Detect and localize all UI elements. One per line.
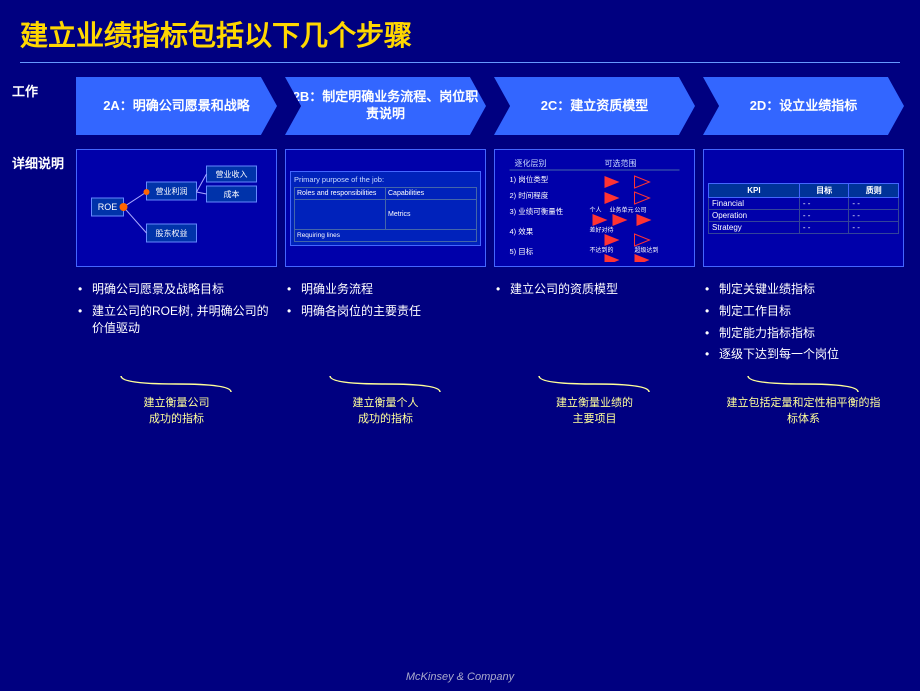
jd-title: Primary purpose of the job: [294,175,477,184]
brace-2-svg [291,374,479,394]
step-2c: 2C：建立资质模型 [494,77,695,135]
desc-2-item-2: 明确各岗位的主要责任 [287,303,484,320]
jd-diagram: Primary purpose of the job: Roles and re… [285,149,486,267]
kpi-table: KPI 目标 质则 Financial- -- - Operation- -- … [708,183,899,234]
kpi-row-strategy: Strategy- -- - [709,221,899,233]
comp-svg: 逐化层别 可选范围 1) 岗位类型 2) 时间程度 3) 业绩可衡量性 个人 业… [499,154,690,262]
svg-text:业务单元: 业务单元 [610,206,634,214]
svg-text:营业收入: 营业收入 [216,169,248,179]
jd-col3: Metrics [386,199,477,229]
desc-col-2: 明确业务流程 明确各岗位的主要责任 [281,277,490,372]
desc-col-3: 建立公司的资质模型 [490,277,699,372]
kpi-col-target: 目标 [799,183,849,197]
desc-empty [12,277,72,372]
jd-metrics-label [295,199,386,229]
svg-text:可选范围: 可选范围 [605,158,637,168]
desc-4-item-3: 制定能力指标指标 [705,325,902,342]
svg-text:成本: 成本 [224,189,240,199]
desc-4-item-1: 制定关键业绩指标 [705,281,902,298]
brace-4-text: 建立包括定量和定性相平衡的指标体系 [727,396,881,427]
brace-3-text: 建立衡量业绩的主要项目 [556,396,633,427]
svg-text:公司: 公司 [635,207,647,214]
svg-text:4) 效果: 4) 效果 [510,226,534,236]
brace-empty [12,374,72,427]
brace-col-2: 建立衡量个人成功的指标 [281,374,490,427]
desc-col-4: 制定关键业绩指标 制定工作目标 制定能力指标指标 逐级下达到每一个岗位 [699,277,908,372]
jd-col1: Roles and responsibilities [295,187,386,199]
kpi-diagram: KPI 目标 质则 Financial- -- - Operation- -- … [703,149,904,267]
brace-3-svg [500,374,688,394]
svg-text:差好对待: 差好对待 [590,226,614,234]
work-row-label: 工作 [12,73,72,139]
brace-col-1: 建立衡量公司成功的指标 [72,374,281,427]
desc-3-item-1: 建立公司的资质模型 [496,281,693,298]
svg-text:逐化层别: 逐化层别 [515,158,547,168]
brace-2-text: 建立衡量个人成功的指标 [353,396,419,427]
svg-text:1) 岗位类型: 1) 岗位类型 [510,174,549,184]
step-2d: 2D：设立业绩指标 [703,77,904,135]
brace-4-svg [709,374,897,394]
brace-col-4: 建立包括定量和定性相平衡的指标体系 [699,374,908,427]
desc-4-item-4: 逐级下达到每一个岗位 [705,346,902,363]
roe-svg: ROE 营业利润 营业收入 成本 股东权益 [81,154,272,262]
desc-2-item-1: 明确业务流程 [287,281,484,298]
detail-row-label: 详细说明 [12,145,72,271]
svg-text:ROE: ROE [98,202,118,212]
page-title: 建立业绩指标包括以下几个步骤 [0,0,920,62]
kpi-row-financial: Financial- -- - [709,197,899,209]
jd-col2: Capabilities [386,187,477,199]
step-2a: 2A：明确公司愿景和战略 [76,77,277,135]
footer: McKinsey & Company [0,671,920,683]
kpi-col-rule: 质则 [849,183,899,197]
step-2b: 2B：制定明确业务流程、岗位职责说明 [285,77,486,135]
desc-1-item-2: 建立公司的ROE树, 并明确公司的价值驱动 [78,303,275,337]
jd-col4: Requiring lines [295,229,477,241]
jd-box: Primary purpose of the job: Roles and re… [290,171,481,246]
roe-diagram: ROE 营业利润 营业收入 成本 股东权益 [76,149,277,267]
svg-text:股东权益: 股东权益 [156,228,188,238]
svg-text:个人: 个人 [590,207,602,214]
desc-1-item-1: 明确公司愿景及战略目标 [78,281,275,298]
comp-diagram: 逐化层别 可选范围 1) 岗位类型 2) 时间程度 3) 业绩可衡量性 个人 业… [494,149,695,267]
svg-text:5) 目标: 5) 目标 [510,246,534,256]
svg-text:超级达到: 超级达到 [635,246,659,254]
divider [20,62,900,63]
desc-col-1: 明确公司愿景及战略目标 建立公司的ROE树, 并明确公司的价值驱动 [72,277,281,372]
brace-1-svg [82,374,270,394]
brace-col-3: 建立衡量业绩的主要项目 [490,374,699,427]
desc-4-item-2: 制定工作目标 [705,303,902,320]
svg-text:营业利润: 营业利润 [156,186,188,196]
brace-1-text: 建立衡量公司成功的指标 [144,396,210,427]
svg-text:3) 业绩可衡量性: 3) 业绩可衡量性 [510,206,564,216]
svg-text:2) 时间程度: 2) 时间程度 [510,190,549,200]
kpi-col-kpi: KPI [709,183,800,197]
svg-text:不达到的: 不达到的 [590,246,614,254]
kpi-row-operation: Operation- -- - [709,209,899,221]
